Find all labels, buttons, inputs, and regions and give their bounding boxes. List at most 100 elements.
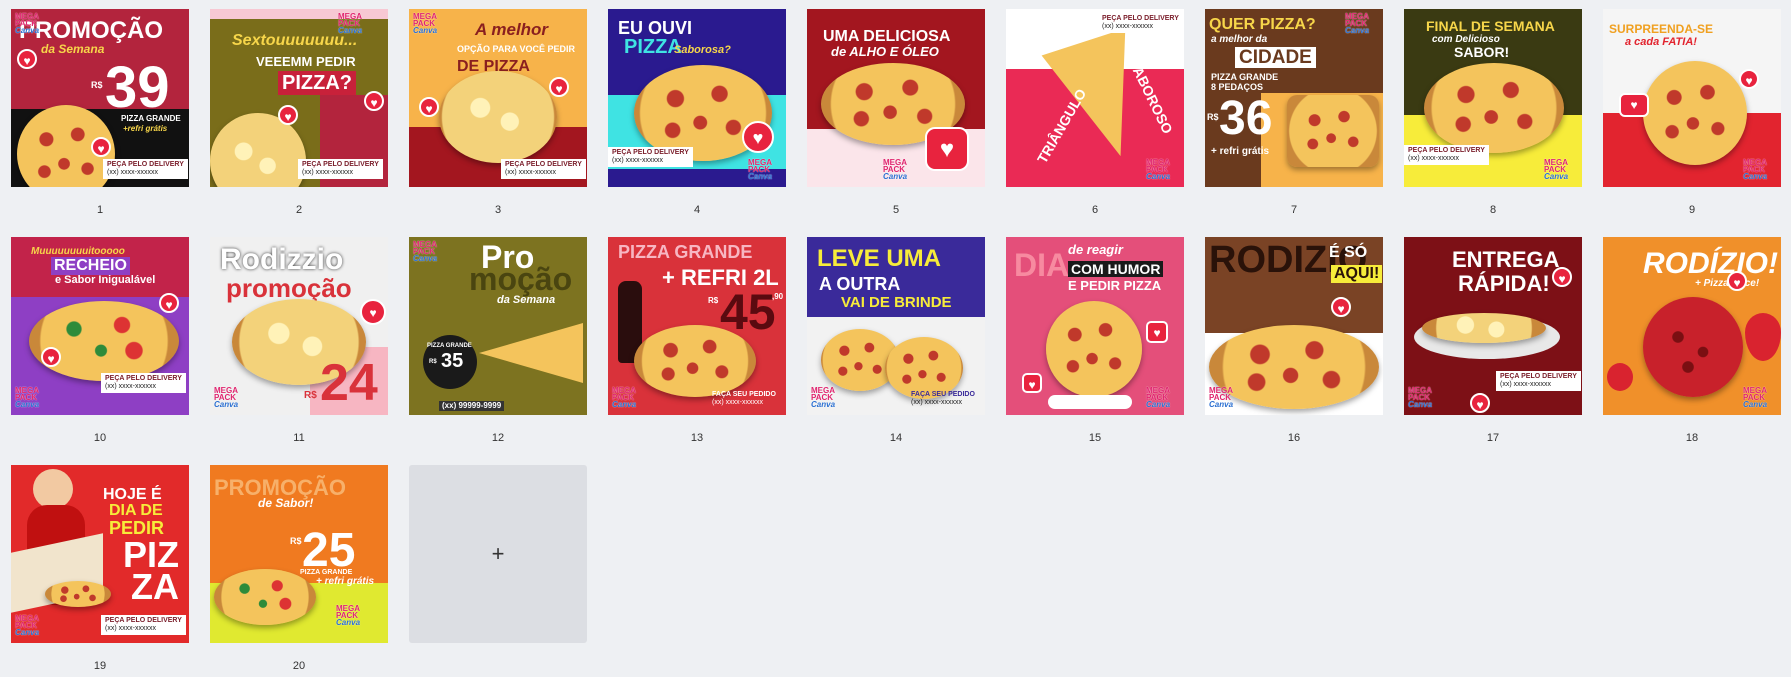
price: 45 (720, 284, 776, 340)
page-number: 6 (1091, 204, 1099, 216)
brand-logo: MEGA PACK Canva (15, 614, 40, 637)
heart-icon: ♥ (742, 121, 774, 153)
page-number: 4 (693, 204, 701, 216)
brand-logo: MEGA PACK Canva (413, 12, 438, 35)
call-to-action: E PEDIR PIZZA (1068, 278, 1162, 293)
phone-number: (xx) 99999-9999 (439, 401, 505, 411)
page-thumbnail-17[interactable]: ENTREGA RÁPIDA! ♥ ♥ PEÇA PELO DELIVERY (x… (1404, 237, 1582, 444)
page-thumbnail-13[interactable]: PIZZA GRANDE + REFRI 2L R$ 45 ,90 FAÇA S… (608, 237, 786, 444)
tagline: da Semana (497, 294, 556, 306)
subheadline: VEEEMM PEDIR (256, 54, 356, 69)
brand-logo: MEGA PACK Canva (214, 386, 239, 409)
design-preview[interactable]: QUER PIZZA? a melhor da CIDADE PIZZA GRA… (1205, 9, 1383, 187)
design-preview[interactable]: UMA DELICIOSA de ALHO E ÓLEO ♥ MEGA PACK C… (807, 9, 985, 187)
brand-logo: MEGA PACK Canva (1146, 386, 1171, 409)
design-preview[interactable]: PIZZA GRANDE + REFRI 2L R$ 45 ,90 FAÇA S… (608, 237, 786, 415)
brand-logo: MEGA PACK Canva (883, 158, 908, 181)
page-number: 10 (93, 432, 107, 444)
design-preview[interactable]: Rodizzio promoção ♥ R$ 24 MEGA PACK Canva (210, 237, 388, 415)
design-preview[interactable]: DIA de reagir COM HUMOR E PEDIR PIZZA ♥ … (1006, 237, 1184, 415)
design-preview[interactable]: LEVE UMA A OUTRA VAI DE BRINDE FAÇA SEU … (807, 237, 985, 415)
design-preview[interactable]: Pro moção da Semana PIZZA GRANDE R$ 35 (… (409, 237, 587, 415)
page-thumbnail-16[interactable]: RODIZIO É SÓ AQUI! ♥ MEGA PACK Canva 16 (1205, 237, 1383, 444)
page-thumbnail-grid: PROMOÇÃO da Semana R$ 39 PIZZA GRANDE +r… (0, 0, 1791, 677)
strawberry-image (1745, 313, 1781, 361)
heart-icon: ♥ (159, 293, 179, 313)
headline: QUER PIZZA? (1209, 16, 1316, 33)
page-number: 7 (1290, 204, 1298, 216)
page-thumbnail-12[interactable]: Pro moção da Semana PIZZA GRANDE R$ 35 (… (409, 237, 587, 444)
design-preview[interactable]: PROMOÇÃO da Semana R$ 39 PIZZA GRANDE +r… (11, 9, 189, 187)
design-preview[interactable]: PROMOÇÃO de Sabor! R$ 25 PIZZA GRANDE + … (210, 465, 388, 643)
brand-logo: MEGA PACK Canva (15, 386, 40, 409)
headline: LEVE UMA (817, 245, 942, 272)
headline: PIZZA GRANDE (618, 242, 753, 262)
page-thumbnail-11[interactable]: Rodizzio promoção ♥ R$ 24 MEGA PACK Canva … (210, 237, 388, 444)
page-thumbnail-9[interactable]: SURPREENDA-SE a cada FATIA! ♥ ♥ MEGA PACK… (1603, 9, 1781, 216)
design-preview[interactable]: A melhor OPÇÃO PARA VOCÊ PEDIR DE PIZZA … (409, 9, 587, 187)
brand-logo: MEGA PACK Canva (1345, 12, 1370, 35)
heart-icon: ♥ (1727, 271, 1747, 291)
price-cents: ,90 (772, 292, 784, 301)
subheadline: de Sabor! (258, 496, 314, 510)
delivery-box: FAÇA SEU PEDIDO (xx) xxxx-xxxxxx (712, 391, 776, 406)
page-thumbnail-5[interactable]: UMA DELICIOSA de ALHO E ÓLEO ♥ MEGA PACK C… (807, 9, 985, 216)
plus-icon: + (491, 541, 505, 566)
page-number: 9 (1688, 204, 1696, 216)
pizza-slice-image (479, 323, 583, 383)
extra-label: + refri grátis (1211, 146, 1270, 157)
page-thumbnail-18[interactable]: RODÍZIO! + Pizza Doce! ♥ MEGAPACKCanva 1… (1603, 237, 1781, 444)
price: 25 (302, 524, 356, 577)
delivery-box: PEÇA PELO DELIVERY (xx) xxxx-xxxxxx (608, 147, 693, 167)
design-preview[interactable]: Sextouuuuuuu... VEEEMM PEDIR PIZZA? ♥ ♥ … (210, 9, 388, 187)
subheadline: moção (469, 261, 573, 297)
design-preview[interactable]: EU OUVI PIZZA Saborosa? ♥ PEÇA PELO DELI… (608, 9, 786, 187)
heart-icon: ♥ (1619, 93, 1649, 117)
design-preview[interactable]: RODÍZIO! + Pizza Doce! ♥ MEGAPACKCanva (1603, 237, 1781, 415)
product-label: PIZZA GRANDE (1211, 72, 1279, 82)
extra-label: +refri grátis (123, 124, 168, 133)
heart-icon: ♥ (1552, 267, 1572, 287)
page-thumbnail-15[interactable]: DIA de reagir COM HUMOR E PEDIR PIZZA ♥ … (1006, 237, 1184, 444)
brand-logo: MEGA PACK Canva (1743, 158, 1768, 181)
design-preview[interactable]: FINAL DE SEMANA com Delicioso SABOR! PEÇ… (1404, 9, 1582, 187)
add-page-button[interactable]: + (409, 465, 587, 643)
design-preview[interactable]: ENTREGA RÁPIDA! ♥ ♥ PEÇA PELO DELIVERY (x… (1404, 237, 1582, 415)
page-thumbnail-8[interactable]: FINAL DE SEMANA com Delicioso SABOR! PEÇ… (1404, 9, 1582, 216)
subheadline: A OUTRA (819, 274, 901, 294)
page-thumbnail-4[interactable]: EU OUVI PIZZA Saborosa? ♥ PEÇA PELO DELI… (608, 9, 786, 216)
pizza-image (1046, 301, 1142, 397)
headline: Sextouuuuuuu... (232, 32, 358, 49)
heart-icon: ♥ (1022, 373, 1042, 393)
delivery-box: PEÇA PELO DELIVERY (xx) xxxx-xxxxxx (1098, 13, 1183, 33)
page-thumbnail-20[interactable]: PROMOÇÃO de Sabor! R$ 25 PIZZA GRANDE + … (210, 465, 388, 672)
price: 24 (320, 354, 378, 412)
headline: Muuuuuuuuitooooo (31, 246, 125, 257)
design-preview[interactable]: RODIZIO É SÓ AQUI! ♥ MEGA PACK Canva (1205, 237, 1383, 415)
brand-logo: MEGA PACK Canva (15, 12, 40, 35)
design-preview[interactable]: SURPREENDA-SE a cada FATIA! ♥ ♥ MEGA PACK… (1603, 9, 1781, 187)
design-preview[interactable]: HOJE É DIA DE PEDIR PIZ ZA PEÇA PELO DEL… (11, 465, 189, 643)
heart-icon: ♥ (1739, 69, 1759, 89)
page-thumbnail-14[interactable]: LEVE UMA A OUTRA VAI DE BRINDE FAÇA SEU … (807, 237, 985, 444)
page-number: 20 (292, 660, 306, 672)
design-preview[interactable]: TRIÂNGULO SABOROSO PEÇA PELO DELIVERY (xx… (1006, 9, 1184, 187)
pizza-image (1287, 95, 1379, 167)
tagline: COM HUMOR (1068, 261, 1164, 277)
currency: R$ (429, 359, 437, 365)
brand-logo: MEGA PACK Canva (338, 12, 363, 35)
call-to-action-end: ZA (131, 566, 179, 607)
page-thumbnail-10[interactable]: Muuuuuuuuitooooo RECHEIO e Sabor Inigual… (11, 237, 189, 444)
page-thumbnail-19[interactable]: HOJE É DIA DE PEDIR PIZ ZA PEÇA PELO DEL… (11, 465, 189, 672)
page-thumbnail-7[interactable]: QUER PIZZA? a melhor da CIDADE PIZZA GRA… (1205, 9, 1383, 216)
design-preview[interactable]: Muuuuuuuuitooooo RECHEIO e Sabor Inigual… (11, 237, 189, 415)
subheadline: promoção (226, 273, 352, 303)
headline: UMA DELICIOSA (823, 28, 951, 45)
heart-icon: ♥ (364, 91, 384, 111)
page-thumbnail-3[interactable]: A melhor OPÇÃO PARA VOCÊ PEDIR DE PIZZA … (409, 9, 587, 216)
page-number: 11 (293, 432, 305, 444)
page-thumbnail-2[interactable]: Sextouuuuuuu... VEEEMM PEDIR PIZZA? ♥ ♥ … (210, 9, 388, 216)
page-number: 1 (96, 204, 104, 216)
page-thumbnail-1[interactable]: PROMOÇÃO da Semana R$ 39 PIZZA GRANDE +r… (11, 9, 189, 216)
page-thumbnail-6[interactable]: TRIÂNGULO SABOROSO PEÇA PELO DELIVERY (xx… (1006, 9, 1184, 216)
